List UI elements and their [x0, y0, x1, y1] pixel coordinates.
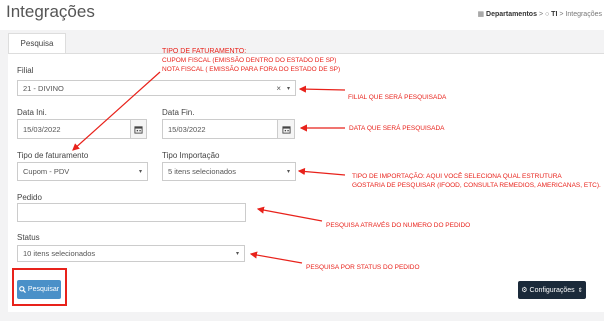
annotation-data: DATA QUE SERÁ PESQUISADA	[349, 125, 445, 132]
arrow-tipo-faturamento	[72, 71, 161, 151]
arrow-importacao	[297, 167, 346, 176]
annotation-pedido: PESQUISA ATRAVÉS DO NUMERO DO PEDIDO	[326, 222, 471, 229]
arrow-status	[249, 251, 303, 264]
annotation-status: PESQUISA POR STATUS DO PEDIDO	[306, 264, 420, 271]
arrow-filial	[298, 85, 346, 93]
arrow-pedido	[256, 206, 323, 222]
annotation-importacao: TIPO DE IMPORTAÇÃO: AQUI VOCÊ SELECIONA …	[352, 173, 601, 189]
annotation-filial: FILIAL QUE SERÁ PESQUISADA	[348, 94, 447, 101]
annotation-tipo-faturamento: TIPO DE FATURAMENTO: CUPOM FISCAL (EMISS…	[162, 48, 341, 73]
